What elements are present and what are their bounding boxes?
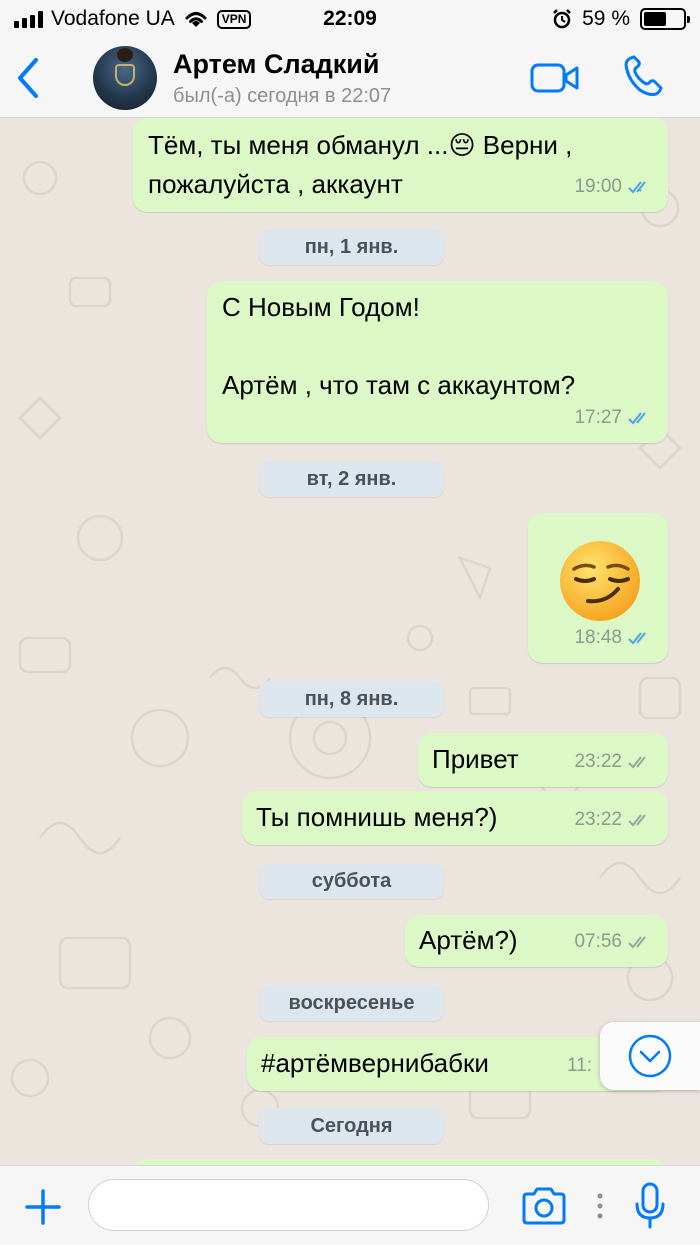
message-line: Артём?): [419, 925, 518, 955]
input-bar: [0, 1165, 700, 1245]
message-line: Ты помнишь меня?): [256, 802, 498, 832]
contact-name[interactable]: Артем Сладкий: [173, 49, 380, 80]
back-arrow-icon[interactable]: [14, 56, 44, 100]
battery-icon: [640, 8, 690, 30]
status-bar: Vodafone UA VPN 22:09 59 %: [0, 0, 700, 40]
date-separator: Сегодня: [259, 1108, 444, 1144]
message-bubble[interactable]: С Новым Годом! Артём , что там с аккаунт…: [207, 281, 668, 443]
scroll-to-bottom-button[interactable]: [600, 1022, 700, 1090]
message-bubble[interactable]: Тём, ты меня обманул ...😔 Верни , пожалу…: [133, 118, 668, 212]
date-separator: вт, 2 янв.: [259, 461, 444, 497]
date-separator: воскресенье: [259, 985, 444, 1021]
read-ticks-icon: [628, 412, 646, 425]
plus-icon[interactable]: [24, 1188, 62, 1226]
message-meta: 18:48: [574, 619, 654, 657]
message-time: 07:56: [574, 931, 622, 952]
read-ticks-icon: [628, 632, 646, 645]
message-time: 18:48: [574, 627, 622, 648]
message-time: 11:: [567, 1055, 593, 1076]
delivered-ticks-icon: [628, 756, 646, 769]
message-time: 23:22: [574, 809, 622, 830]
message-time: 17:27: [574, 407, 622, 428]
message-line: Тём, ты меня обманул ...😔 Верни ,: [148, 130, 573, 160]
more-dots-icon[interactable]: [597, 1193, 603, 1219]
message-meta: 11:: [567, 1047, 592, 1085]
message-line: Привет: [432, 744, 519, 774]
chevron-down-icon: [628, 1034, 672, 1078]
message-time: 23:22: [574, 751, 622, 772]
avatar-face: [117, 48, 133, 62]
emoji-message-bubble[interactable]: 18:48: [528, 513, 668, 663]
message-line: пожалуйста , аккаунт: [148, 169, 403, 199]
message-meta: 23:22: [574, 743, 654, 781]
last-seen-status: был(-а) сегодня в 22:07: [173, 85, 392, 107]
date-separator: пн, 1 янв.: [259, 229, 444, 265]
message-meta: 23:22: [574, 801, 654, 839]
message-meta: 17:27: [574, 399, 654, 437]
phone-call-icon[interactable]: [622, 54, 666, 98]
delivered-ticks-icon: [628, 936, 646, 949]
avatar[interactable]: [93, 46, 157, 110]
date-separator: суббота: [259, 863, 444, 899]
smirking-face-icon: [560, 541, 640, 621]
camera-icon[interactable]: [520, 1187, 568, 1225]
status-right: 59 %: [552, 7, 690, 31]
message-bubble[interactable]: Привет 23:22: [418, 733, 668, 787]
alarm-icon: [553, 9, 572, 29]
battery-percent: 59 %: [582, 7, 630, 30]
message-line: Артём , что там с аккаунтом?: [222, 370, 576, 400]
message-meta: 19:00: [574, 168, 654, 206]
message-bubble[interactable]: Ты помнишь меня?) 23:22: [242, 791, 668, 845]
message-meta: 07:56: [574, 923, 654, 961]
message-line: С Новым Годом!: [222, 292, 420, 322]
avatar-emblem: [115, 64, 135, 86]
message-bubble[interactable]: Артём?) 07:56: [405, 915, 668, 967]
battery-fill: [644, 12, 667, 26]
message-line: #артёмвернибабки: [261, 1048, 489, 1078]
chat-area[interactable]: Тём, ты меня обманул ...😔 Верни , пожалу…: [0, 118, 700, 1165]
video-call-icon[interactable]: [530, 61, 580, 95]
microphone-icon[interactable]: [634, 1182, 666, 1230]
read-ticks-icon: [628, 181, 646, 194]
message-input[interactable]: [88, 1179, 489, 1231]
message-time: 19:00: [574, 176, 622, 197]
chat-header: Артем Сладкий был(-а) сегодня в 22:07: [0, 40, 700, 118]
date-separator: пн, 8 янв.: [259, 681, 444, 717]
delivered-ticks-icon: [628, 814, 646, 827]
